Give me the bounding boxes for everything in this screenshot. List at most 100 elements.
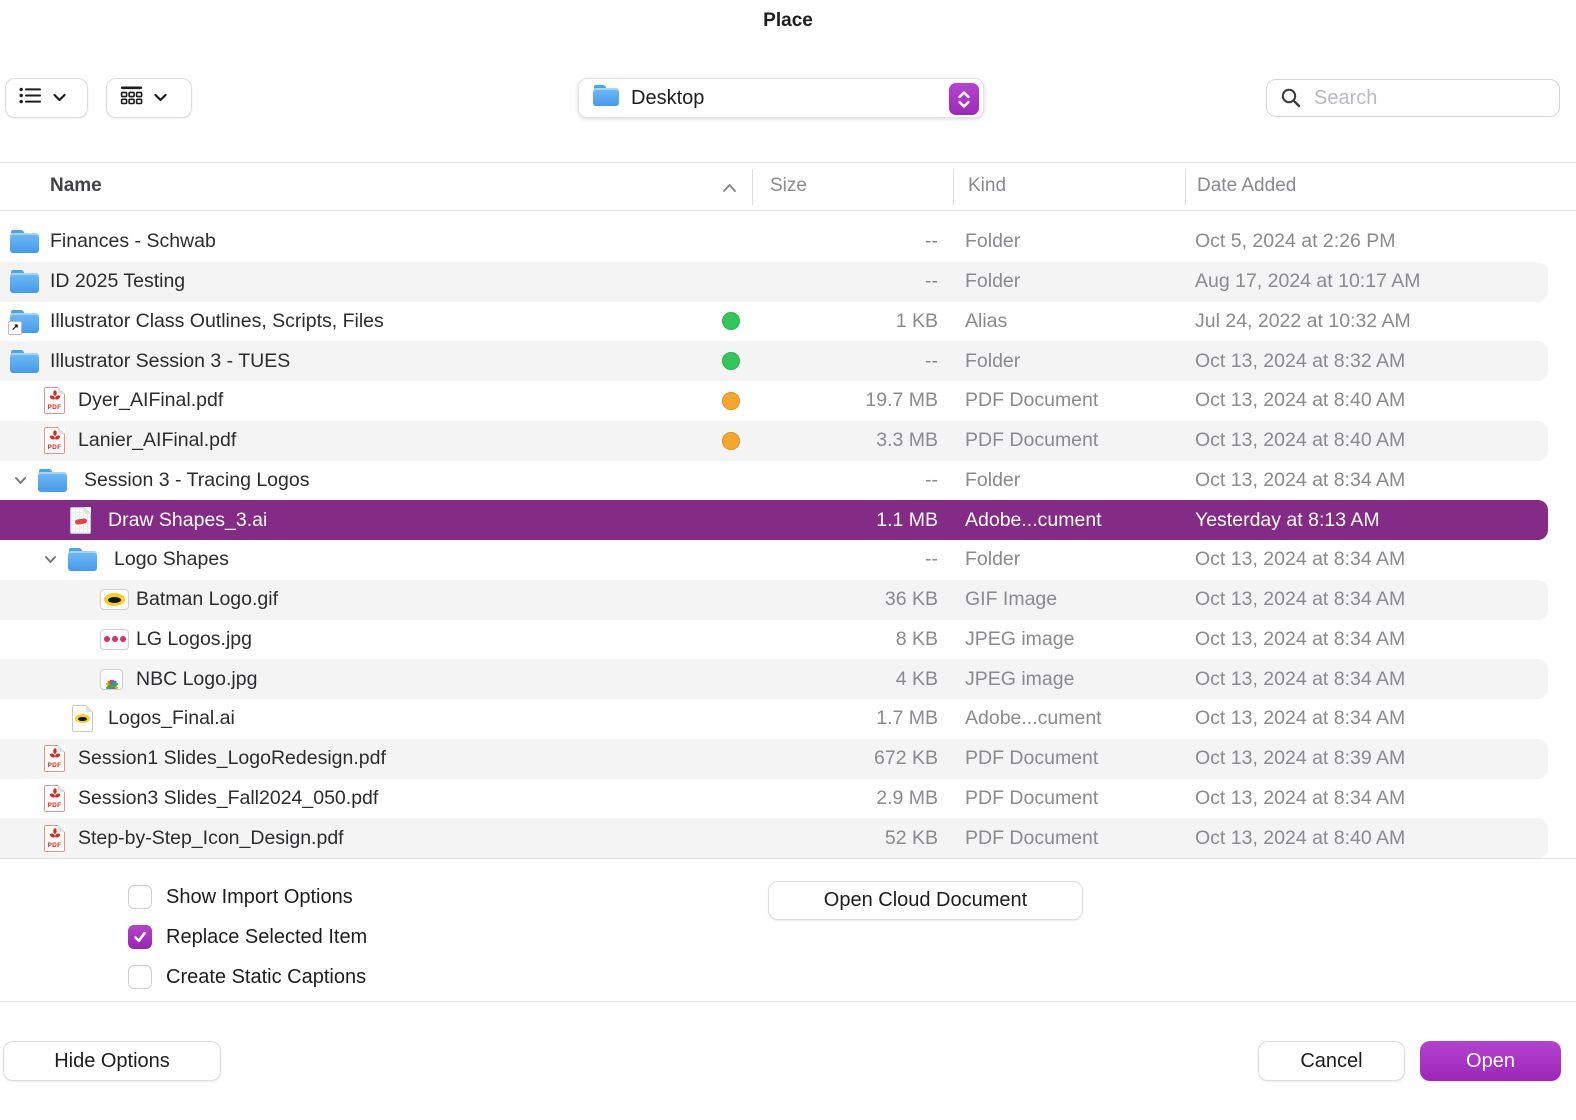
table-row[interactable]: PDF Dyer_AIFinal.pdf 19.7 MB PDF Documen…	[0, 381, 1576, 421]
folder-icon	[10, 349, 39, 373]
table-row[interactable]: Logos_Final.ai 1.7 MB Adobe...cument Oct…	[0, 699, 1576, 739]
file-date: Oct 5, 2024 at 2:26 PM	[1195, 230, 1396, 253]
nbc-logo-thumbnail	[100, 668, 123, 690]
checkbox-label: Replace Selected Item	[166, 925, 368, 948]
checkbox-label: Create Static Captions	[166, 965, 367, 988]
pdf-file-icon: PDF	[44, 824, 65, 852]
disclosure-chevron-icon[interactable]	[12, 461, 28, 501]
column-divider	[1185, 169, 1186, 205]
file-icon	[10, 222, 39, 262]
table-row[interactable]: Finances - Schwab -- Folder Oct 5, 2024 …	[0, 222, 1576, 262]
file-icon	[10, 341, 39, 381]
file-size: 1 KB	[895, 309, 938, 332]
divider	[0, 210, 1576, 211]
tag-dot	[722, 391, 740, 410]
file-name: LG Logos.jpg	[136, 627, 253, 650]
file-kind: JPEG image	[965, 627, 1075, 650]
file-icon: PDF	[44, 779, 65, 819]
file-kind: Folder	[965, 349, 1021, 372]
search-input[interactable]	[1312, 85, 1559, 111]
table-row[interactable]: Batman Logo.gif 36 KB GIF Image Oct 13, …	[0, 579, 1576, 620]
table-row[interactable]: PDF Session1 Slides_LogoRedesign.pdf 672…	[0, 738, 1576, 779]
file-kind: PDF Document	[965, 389, 1099, 412]
column-header-kind[interactable]: Kind	[968, 175, 1006, 197]
file-name: Step-by-Step_Icon_Design.pdf	[78, 826, 344, 849]
hide-options-button[interactable]: Hide Options	[3, 1041, 221, 1081]
list-view-button[interactable]	[5, 78, 88, 118]
file-icon	[72, 699, 93, 739]
file-size: --	[925, 270, 938, 293]
table-row[interactable]: Session 3 - Tracing Logos -- Folder Oct …	[0, 461, 1576, 501]
file-kind: Adobe...cument	[965, 508, 1102, 531]
table-row[interactable]: LG Logos.jpg 8 KB JPEG image Oct 13, 202…	[0, 620, 1576, 660]
checkbox-row[interactable]: Show Import Options	[128, 877, 353, 917]
pdf-file-icon: PDF	[44, 784, 65, 812]
file-name: Logo Shapes	[114, 548, 229, 571]
checkbox[interactable]	[128, 965, 152, 989]
open-button[interactable]: Open	[1420, 1041, 1561, 1081]
tag-dot	[722, 431, 740, 450]
column-header-size[interactable]: Size	[770, 175, 807, 197]
file-kind: Adobe...cument	[965, 707, 1102, 730]
file-size: --	[925, 230, 938, 253]
column-header-name[interactable]: Name	[50, 175, 102, 197]
column-header-date-added[interactable]: Date Added	[1197, 175, 1296, 197]
file-date: Jul 24, 2022 at 10:32 AM	[1195, 309, 1411, 332]
file-size: 672 KB	[874, 747, 938, 770]
file-name: Finances - Schwab	[50, 230, 216, 253]
checkbox[interactable]	[128, 885, 152, 909]
checkbox-label: Show Import Options	[166, 885, 353, 908]
ai-document-icon	[72, 705, 93, 733]
file-icon	[10, 262, 39, 302]
table-row[interactable]: ID 2025 Testing -- Folder Aug 17, 2024 a…	[0, 261, 1576, 302]
file-name: Logos_Final.ai	[108, 707, 235, 730]
checkbox-row[interactable]: Create Static Captions	[128, 957, 366, 997]
table-row[interactable]: NBC Logo.jpg 4 KB JPEG image Oct 13, 202…	[0, 659, 1576, 699]
file-icon	[100, 620, 129, 660]
disclosure-chevron-icon[interactable]	[42, 540, 58, 580]
file-icon	[38, 461, 67, 501]
stepper-icon[interactable]	[949, 83, 979, 115]
file-kind: Folder	[965, 270, 1021, 293]
search-icon	[1280, 87, 1302, 109]
table-row[interactable]: PDF Session3 Slides_Fall2024_050.pdf 2.9…	[0, 779, 1576, 819]
table-row[interactable]: Logo Shapes -- Folder Oct 13, 2024 at 8:…	[0, 540, 1576, 580]
file-name: Session1 Slides_LogoRedesign.pdf	[78, 747, 386, 770]
lg-logo-thumbnail	[100, 628, 129, 650]
table-row[interactable]: PDF Step-by-Step_Icon_Design.pdf 52 KB P…	[0, 818, 1576, 858]
file-icon: PDF	[44, 381, 65, 421]
table-row[interactable]: Draw Shapes_3.ai 1.1 MB Adobe...cument Y…	[0, 500, 1576, 540]
file-kind: Folder	[965, 230, 1021, 253]
location-dropdown[interactable]: Desktop	[578, 78, 984, 118]
file-name: Session 3 - Tracing Logos	[84, 468, 310, 491]
sort-asc-icon[interactable]	[722, 180, 737, 198]
file-kind: GIF Image	[965, 588, 1058, 611]
file-kind: JPEG image	[965, 667, 1075, 690]
group-view-button[interactable]	[106, 78, 192, 118]
chevron-down-icon	[53, 89, 66, 107]
table-row[interactable]: ↗ Illustrator Class Outlines, Scripts, F…	[0, 302, 1576, 342]
table-row[interactable]: PDF Lanier_AIFinal.pdf 3.3 MB PDF Docume…	[0, 420, 1576, 461]
file-kind: PDF Document	[965, 826, 1099, 849]
file-date: Oct 13, 2024 at 8:34 AM	[1195, 707, 1406, 730]
file-name: Illustrator Class Outlines, Scripts, Fil…	[50, 309, 384, 332]
alias-arrow-icon: ↗	[8, 320, 22, 335]
search-field[interactable]	[1266, 79, 1560, 117]
file-icon: PDF	[44, 818, 65, 858]
checkbox-row[interactable]: Replace Selected Item	[128, 917, 367, 957]
batman-logo-thumbnail	[100, 589, 129, 611]
file-date: Oct 13, 2024 at 8:40 AM	[1195, 389, 1406, 412]
divider	[0, 162, 1576, 163]
checkbox[interactable]	[128, 925, 152, 949]
file-size: 52 KB	[884, 826, 938, 849]
table-row[interactable]: Illustrator Session 3 - TUES -- Folder O…	[0, 341, 1576, 381]
file-date: Oct 13, 2024 at 8:39 AM	[1195, 747, 1406, 770]
file-icon: ↗	[8, 302, 39, 342]
file-date: Oct 13, 2024 at 8:34 AM	[1195, 548, 1406, 571]
file-size: 36 KB	[884, 588, 938, 611]
open-cloud-document-button[interactable]: Open Cloud Document	[768, 881, 1083, 920]
divider	[0, 858, 1576, 859]
folder-icon	[593, 85, 619, 111]
file-date: Yesterday at 8:13 AM	[1195, 508, 1380, 531]
cancel-button[interactable]: Cancel	[1258, 1041, 1405, 1081]
